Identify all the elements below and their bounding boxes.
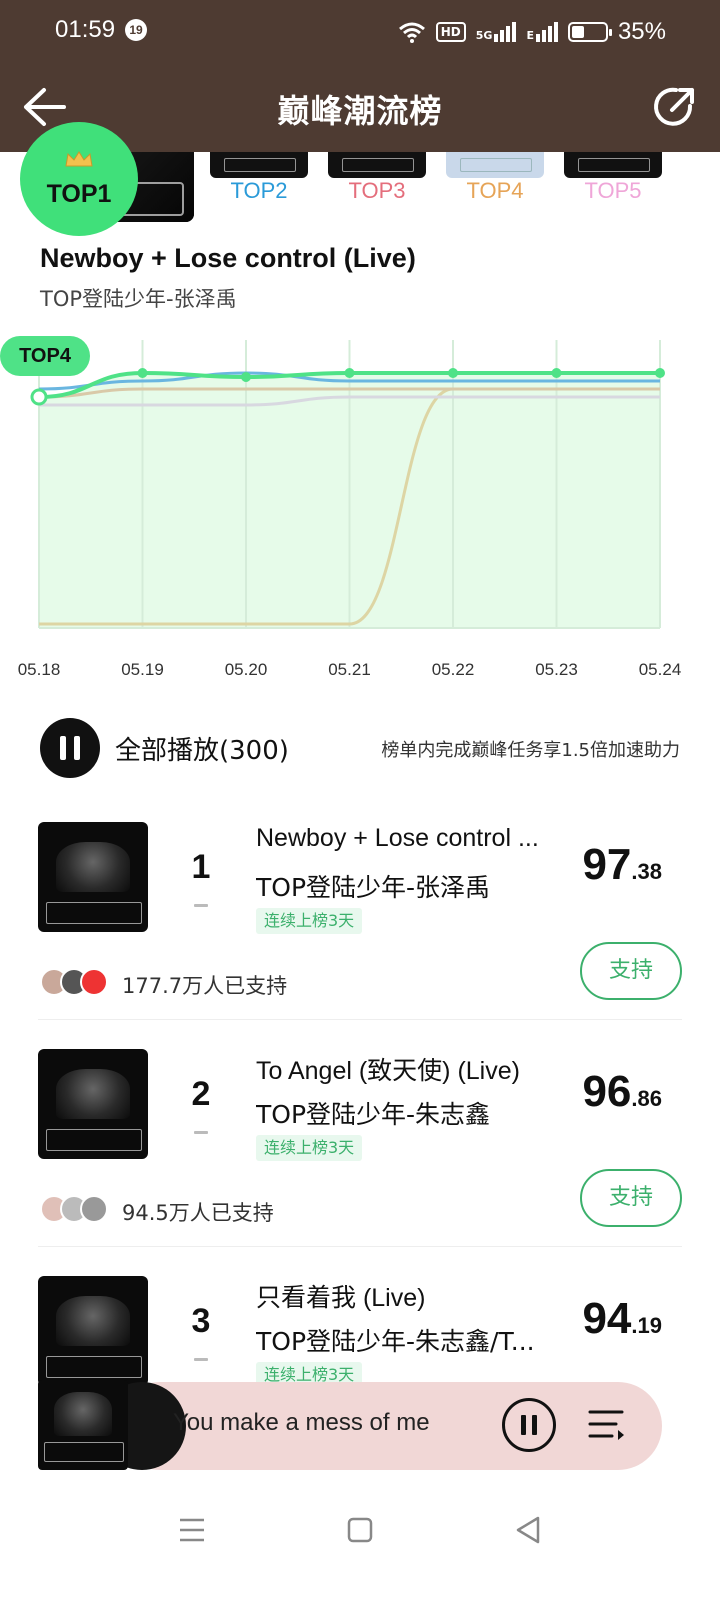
status-right: HD 5G E 35%	[398, 18, 666, 46]
selected-song-artist: TOP登陆少年-张泽禹	[40, 287, 237, 311]
score-dec: .38	[631, 859, 662, 884]
play-all-bar: 全部播放(300) 榜单内完成巅峰任务享1.5倍加速助力	[40, 718, 680, 778]
tab-top2[interactable]: TOP2	[210, 178, 308, 204]
signal-e-icon: E	[526, 22, 558, 42]
avatar	[80, 968, 108, 996]
signal-5g-label: 5G	[475, 29, 493, 42]
support-button[interactable]: 支持	[580, 1169, 682, 1227]
rank-change-icon	[194, 1358, 208, 1361]
list-item[interactable]: 1 Newboy + Lose control ... TOP登陆少年-张泽禹 …	[38, 822, 682, 1022]
current-rank-badge: TOP4	[0, 336, 90, 376]
back-triangle-icon[interactable]	[508, 1510, 548, 1550]
crown-icon	[65, 151, 93, 167]
top2-cover[interactable]	[210, 152, 308, 178]
supporter-avatars	[40, 968, 114, 998]
data-point-3	[344, 368, 355, 378]
song-title[interactable]: Newboy + Lose control ...	[256, 824, 556, 853]
x-tick-label: 05.18	[17, 660, 61, 679]
boost-note: 榜单内完成巅峰任务享1.5倍加速助力	[381, 740, 680, 761]
album-cover[interactable]	[38, 1276, 148, 1386]
x-tick-label: 05.19	[121, 660, 164, 679]
score: 94.19	[582, 1294, 662, 1344]
rank-change-icon	[194, 904, 208, 907]
status-time: 01:59	[55, 16, 116, 43]
supporter-count: 94.5万人已支持	[122, 1201, 274, 1225]
streak-tag: 连续上榜3天	[256, 1135, 363, 1161]
signal-e-label: E	[526, 29, 534, 42]
rank-number: 2	[191, 1075, 211, 1113]
top4-cover[interactable]	[446, 152, 544, 178]
score-dec: .19	[631, 1313, 662, 1338]
score: 97.38	[582, 840, 662, 890]
data-point-4	[448, 368, 458, 378]
x-tick-label: 05.23	[535, 660, 578, 679]
list-item[interactable]: 2 To Angel (致天使) (Live) TOP登陆少年-朱志鑫 连续上榜…	[38, 1049, 682, 1249]
avatar	[80, 1195, 108, 1223]
x-tick-label: 05.20	[224, 660, 268, 679]
data-point-0	[30, 388, 48, 406]
score-int: 97	[582, 840, 632, 889]
player-pause-button[interactable]	[502, 1398, 556, 1452]
play-all-pause-button[interactable]	[40, 718, 100, 778]
home-square-icon[interactable]	[340, 1510, 380, 1550]
album-cover[interactable]	[38, 1049, 148, 1159]
top1-label: TOP1	[46, 180, 112, 208]
signal-5g-icon: 5G	[476, 22, 517, 42]
score-int: 96	[582, 1067, 632, 1116]
top3-cover[interactable]	[328, 152, 426, 178]
support-button[interactable]: 支持	[580, 942, 682, 1000]
data-point-5	[551, 368, 562, 378]
tab-top3[interactable]: TOP3	[328, 178, 426, 204]
top1-badge-circle	[20, 122, 138, 236]
song-title[interactable]: 只看着我 (Live)	[256, 1278, 556, 1314]
top5-cover[interactable]	[564, 152, 662, 178]
page-title: 巅峰潮流榜	[277, 92, 443, 130]
tab-top4[interactable]: TOP4	[446, 178, 544, 204]
song-title[interactable]: To Angel (致天使) (Live)	[256, 1051, 556, 1087]
rank-trend-chart	[0, 325, 720, 685]
data-point-2	[241, 372, 251, 382]
rank-chart-svg	[30, 340, 665, 629]
share-icon[interactable]	[652, 84, 698, 130]
x-tick-label: 05.22	[431, 660, 475, 679]
rank-number: 1	[191, 848, 211, 886]
song-artist: TOP登陆少年-张泽禹	[256, 873, 491, 902]
now-playing-title[interactable]: You make a mess of me	[173, 1409, 430, 1437]
mini-player[interactable]: You make a mess of me	[38, 1380, 662, 1472]
battery-fill	[571, 26, 584, 38]
score-dec: .86	[631, 1086, 662, 1111]
data-point-6	[655, 368, 665, 378]
play-all-label[interactable]: 全部播放(300)	[115, 730, 289, 767]
playlist-icon[interactable]	[586, 1402, 626, 1446]
supporter-count: 177.7万人已支持	[122, 974, 288, 998]
x-tick-label: 05.24	[638, 660, 682, 679]
score: 96.86	[582, 1067, 662, 1117]
status-bar: 01:59 19 HD 5G E 35%	[0, 0, 720, 64]
system-nav-bar	[0, 1480, 720, 1612]
rank-change-icon	[194, 1131, 208, 1134]
supporter-avatars	[40, 1195, 114, 1225]
streak-tag: 连续上榜3天	[256, 908, 363, 934]
album-cover[interactable]	[38, 822, 148, 932]
battery-icon	[567, 22, 612, 42]
hd-icon: HD	[435, 22, 466, 42]
tab-top5[interactable]: TOP5	[564, 178, 662, 204]
menu-icon[interactable]	[172, 1510, 212, 1550]
divider	[38, 1246, 682, 1247]
song-artist: TOP登陆少年-朱志鑫/T...	[256, 1327, 535, 1356]
data-point-1	[137, 368, 148, 378]
notification-count-badge: 19	[125, 19, 147, 41]
x-tick-label: 05.21	[328, 660, 371, 679]
divider	[38, 1019, 682, 1020]
battery-percent: 35%	[617, 18, 666, 45]
song-artist: TOP登陆少年-朱志鑫	[256, 1100, 491, 1129]
player-cover[interactable]	[38, 1380, 128, 1470]
selected-song-title: Newboy + Lose control (Live)	[40, 243, 416, 273]
rank-number: 3	[191, 1302, 211, 1340]
score-int: 94	[582, 1294, 632, 1343]
wifi-icon	[398, 22, 425, 43]
